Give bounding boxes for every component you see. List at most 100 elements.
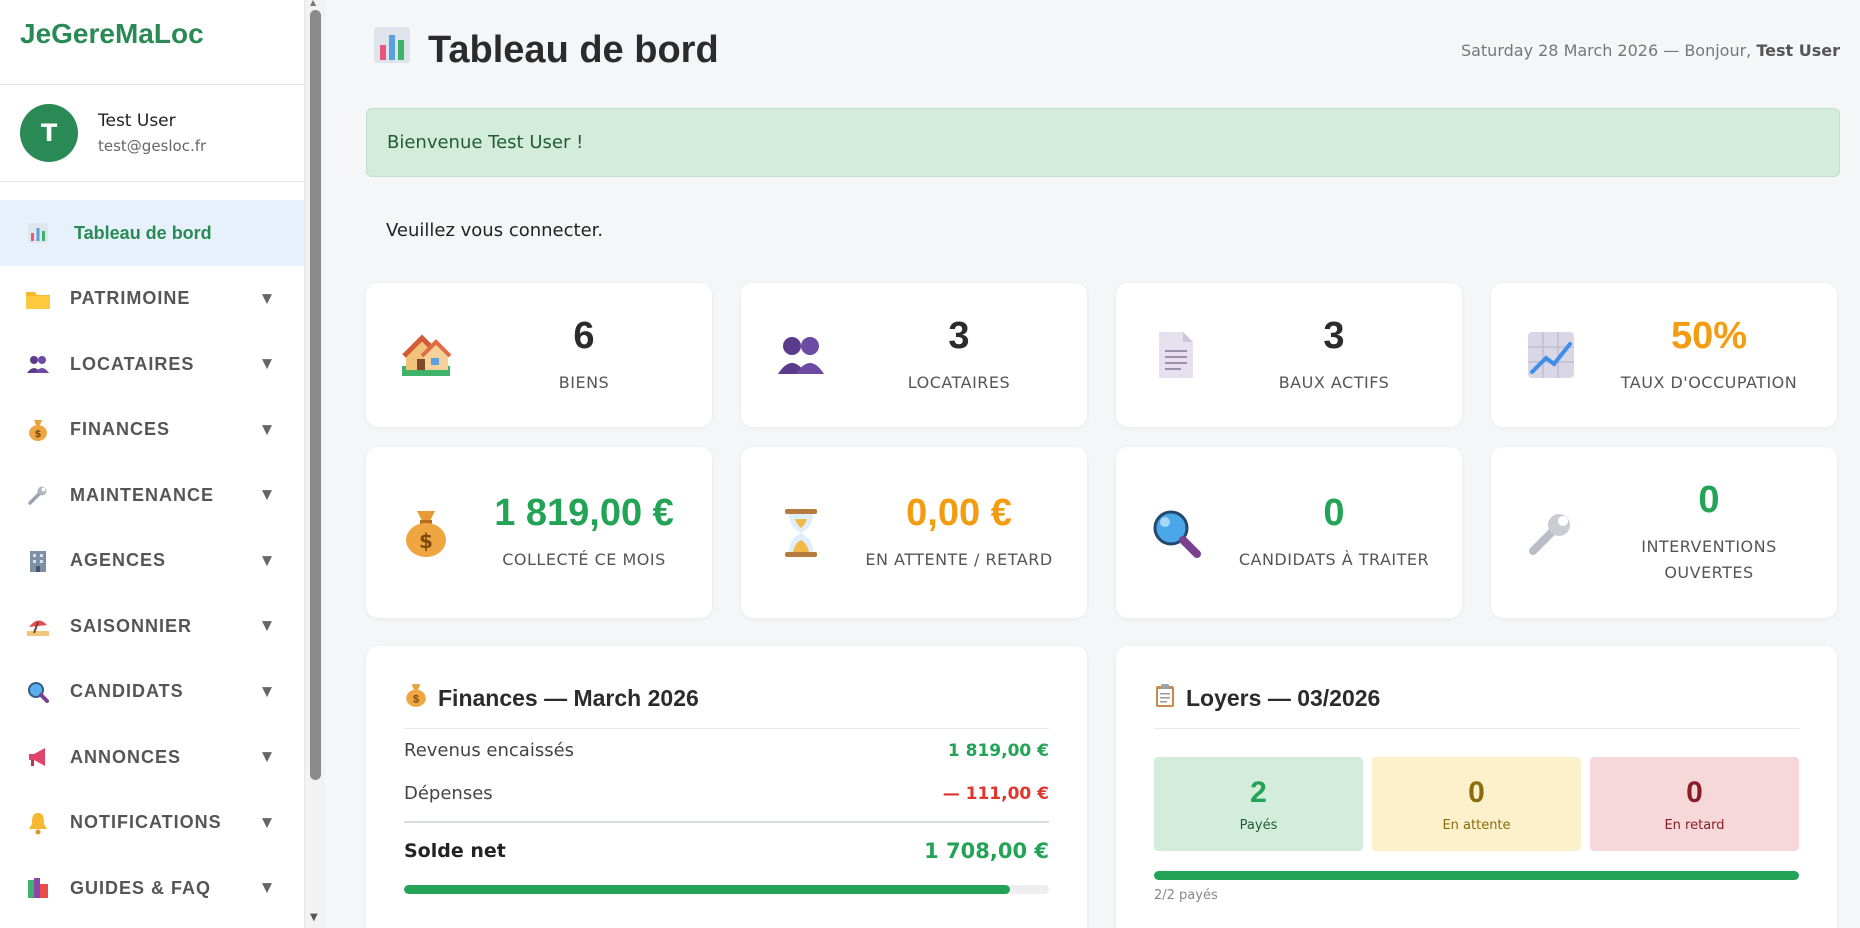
finance-progress-bar: [404, 885, 1049, 894]
loyers-late-box[interactable]: 0 En retard: [1590, 757, 1799, 851]
svg-text:$: $: [413, 694, 419, 706]
money-bag-icon: $: [25, 417, 51, 443]
sidebar-item-locataires[interactable]: LOCATAIRES ▼: [0, 332, 304, 398]
magnifier-icon: [1150, 507, 1202, 559]
stat-card-en-attente[interactable]: 0,00 € EN ATTENTE / RETARD: [741, 447, 1087, 618]
finance-total-value: 1 708,00 €: [924, 839, 1049, 863]
sidebar: JeGereMaLoc T Test User test@gesloc.fr T…: [0, 0, 305, 928]
loyers-label: En attente: [1442, 817, 1511, 833]
chevron-down-icon: ▼: [262, 684, 272, 700]
loyers-label: En retard: [1664, 817, 1725, 833]
loyers-paid-box[interactable]: 2 Payés: [1154, 757, 1363, 851]
sidebar-item-label: NOTIFICATIONS: [70, 812, 222, 833]
finances-panel: $ Finances — March 2026 Revenus encaissé…: [366, 646, 1087, 928]
sidebar-item-maintenance[interactable]: MAINTENANCE ▼: [0, 463, 304, 529]
hourglass-icon: [775, 507, 827, 559]
stats-row-2: $ 1 819,00 € COLLECTÉ CE MOIS 0,00 € EN …: [366, 447, 1840, 618]
login-message: Veuillez vous connecter.: [386, 219, 604, 241]
finance-row-label: Dépenses: [404, 783, 493, 804]
stat-card-locataires[interactable]: 3 LOCATAIRES: [741, 283, 1087, 427]
stat-value: 3: [1323, 314, 1345, 357]
sidebar-scrollbar[interactable]: ▲ ▼: [305, 0, 325, 928]
house-icon: [400, 329, 452, 381]
sidebar-item-guides-faq[interactable]: GUIDES & FAQ ▼: [0, 856, 304, 922]
stat-label: EN ATTENTE / RETARD: [865, 550, 1053, 569]
chevron-down-icon: ▼: [262, 815, 272, 831]
books-icon: [25, 875, 51, 901]
finance-row-value: — 111,00 €: [942, 783, 1049, 804]
loyers-panel: Loyers — 03/2026 2 Payés 0 En attente 0 …: [1116, 646, 1837, 928]
page-title-text: Tableau de bord: [428, 28, 719, 71]
beach-umbrella-icon: [25, 613, 51, 639]
svg-text:$: $: [419, 529, 433, 553]
finance-row-value: 1 819,00 €: [947, 740, 1049, 761]
sidebar-item-label: Tableau de bord: [74, 222, 212, 243]
greeting-user-name: Test User: [1756, 40, 1840, 60]
stat-card-biens[interactable]: 6 BIENS: [366, 283, 712, 427]
page-title: Tableau de bord: [366, 25, 719, 75]
stat-card-candidats[interactable]: 0 CANDIDATS À TRAITER: [1116, 447, 1462, 618]
sidebar-item-label: AGENCES: [70, 550, 167, 571]
main-content: Tableau de bord Saturday 28 March 2026 —…: [366, 0, 1840, 928]
sidebar-item-finances[interactable]: $ FINANCES ▼: [0, 397, 304, 463]
finance-total-row: Solde net 1 708,00 €: [404, 823, 1049, 879]
sidebar-item-label: LOCATAIRES: [70, 353, 195, 374]
chevron-down-icon: ▼: [262, 749, 272, 765]
clipboard-icon: [1154, 682, 1176, 714]
chevron-down-icon: ▼: [262, 487, 272, 503]
loyers-progress-bar: [1154, 871, 1799, 880]
stat-label: LOCATAIRES: [907, 372, 1011, 392]
stat-card-interventions[interactable]: 0 INTERVENTIONS OUVERTES: [1491, 447, 1837, 618]
stat-label: INTERVENTIONS OUVERTES: [1641, 537, 1777, 582]
chevron-down-icon: ▼: [262, 422, 272, 438]
stat-value: 0,00 €: [906, 492, 1012, 534]
chevron-down-icon: ▼: [262, 880, 272, 896]
wrench-icon: [25, 482, 51, 508]
sidebar-item-patrimoine[interactable]: PATRIMOINE ▼: [0, 266, 304, 332]
bell-icon: [25, 810, 51, 836]
loyers-title-text: Loyers — 03/2026: [1186, 684, 1381, 711]
loyers-pending-box[interactable]: 0 En attente: [1372, 757, 1581, 851]
stat-card-baux-actifs[interactable]: 3 BAUX ACTIFS: [1116, 283, 1462, 427]
scrollbar-thumb[interactable]: [310, 10, 321, 780]
date-greeting: Saturday 28 March 2026 — Bonjour, Test U…: [1461, 41, 1840, 60]
sidebar-item-tableau-de-bord[interactable]: Tableau de bord: [0, 200, 304, 266]
finance-row-label: Revenus encaissés: [404, 740, 575, 761]
users-icon: [775, 329, 827, 381]
finances-panel-title: $ Finances — March 2026: [404, 682, 1049, 729]
money-bag-icon: $: [400, 507, 452, 559]
user-profile[interactable]: T Test User test@gesloc.fr: [0, 85, 304, 182]
stat-value: 0: [1323, 492, 1345, 534]
sidebar-item-saisonnier[interactable]: SAISONNIER ▼: [0, 594, 304, 660]
sidebar-item-candidats[interactable]: CANDIDATS ▼: [0, 659, 304, 725]
sidebar-item-notifications[interactable]: NOTIFICATIONS ▼: [0, 790, 304, 856]
magnifier-icon: [25, 679, 51, 705]
sidebar-item-label: SAISONNIER: [70, 615, 193, 636]
stats-row-1: 6 BIENS 3 LOCATAIRES 3 BAUX ACTIFS 50% T…: [366, 283, 1840, 427]
chevron-down-icon: ▼: [262, 291, 272, 307]
chevron-down-icon: ▼: [262, 553, 272, 569]
page-header: Tableau de bord Saturday 28 March 2026 —…: [366, 0, 1840, 102]
finance-row-revenus: Revenus encaissés 1 819,00 €: [404, 729, 1049, 772]
panels: $ Finances — March 2026 Revenus encaissé…: [366, 646, 1840, 928]
megaphone-icon: [25, 744, 51, 770]
scroll-up-icon[interactable]: ▲: [310, 0, 316, 7]
svg-text:$: $: [35, 429, 42, 440]
sidebar-item-label: PATRIMOINE: [70, 288, 191, 309]
sidebar-item-annonces[interactable]: ANNONCES ▼: [0, 725, 304, 791]
sidebar-item-agences[interactable]: AGENCES ▼: [0, 528, 304, 594]
stat-card-collecte[interactable]: $ 1 819,00 € COLLECTÉ CE MOIS: [366, 447, 712, 618]
stat-value: 6: [573, 314, 595, 357]
scroll-down-icon[interactable]: ▼: [310, 912, 318, 923]
stat-label: COLLECTÉ CE MOIS: [502, 550, 666, 569]
chevron-down-icon: ▼: [262, 356, 272, 372]
date-text: Saturday 28 March 2026 — Bonjour,: [1460, 40, 1752, 60]
loyers-label: Payés: [1239, 817, 1278, 833]
users-icon: [25, 351, 51, 377]
brand-logo[interactable]: JeGereMaLoc: [0, 0, 304, 85]
stat-card-taux-occupation[interactable]: 50% TAUX D'OCCUPATION: [1491, 283, 1837, 427]
loyers-count: 0: [1686, 775, 1703, 809]
bar-chart-icon: [25, 220, 51, 246]
user-name: Test User: [98, 111, 176, 131]
stat-label: TAUX D'OCCUPATION: [1620, 372, 1798, 392]
